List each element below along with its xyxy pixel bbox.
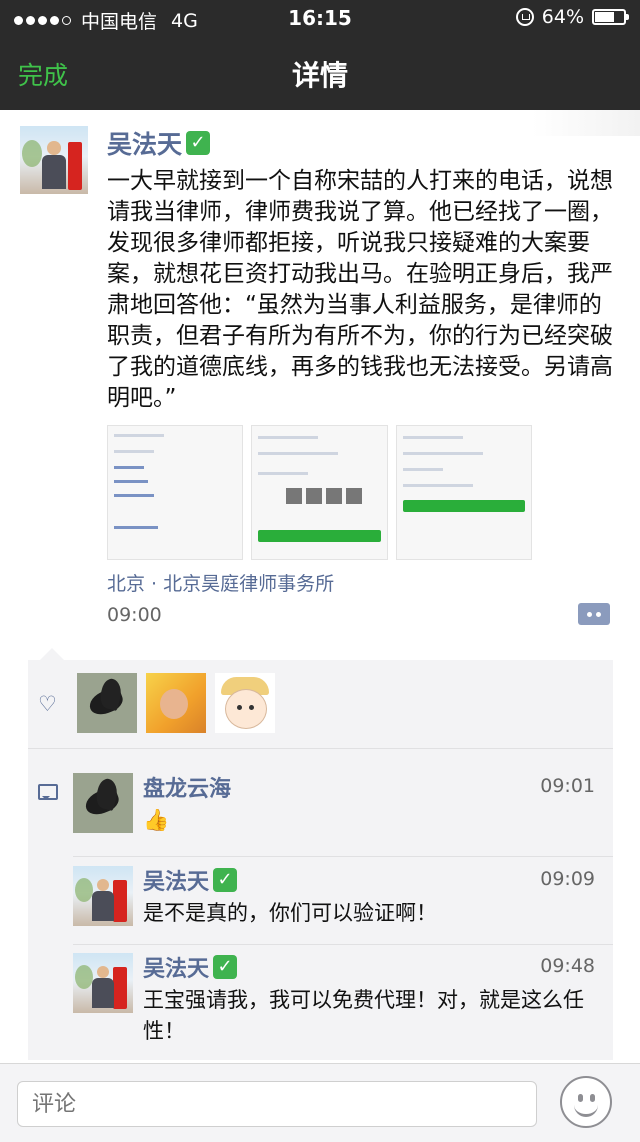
- post-image-2[interactable]: [251, 425, 388, 560]
- comment-avatar[interactable]: [73, 953, 133, 1013]
- comment-avatar[interactable]: [73, 866, 133, 926]
- comment-item: 吴法天 ✓ 09:09 是不是真的，你们可以验证啊！: [73, 866, 613, 946]
- post-location[interactable]: 北京 · 北京昊庭律师事务所: [107, 569, 334, 596]
- post-author-name[interactable]: 吴法天: [107, 125, 182, 161]
- divider: [73, 856, 613, 857]
- post-text: 一大早就接到一个自称宋喆的人打来的电话，说想请我当律师，律师费我说了算。他已经找…: [107, 168, 613, 411]
- comment-bubble-icon: [38, 784, 58, 800]
- comment-author-name[interactable]: 吴法天: [143, 864, 209, 896]
- divider: [73, 944, 613, 945]
- comment-text: 👍: [143, 808, 170, 832]
- battery-percent: 64%: [541, 6, 584, 28]
- comment-time: 09:48: [540, 955, 595, 977]
- post-time: 09:00: [107, 604, 162, 626]
- status-bar: 中国电信 4G 16:15 64%: [0, 0, 640, 36]
- post-images: [107, 425, 532, 560]
- comment-author[interactable]: 吴法天 ✓: [143, 864, 238, 896]
- comment-avatar[interactable]: [73, 773, 133, 833]
- heart-icon: ♡: [38, 692, 57, 716]
- edge-shadow: [532, 110, 640, 136]
- comment-author-name[interactable]: 吴法天: [143, 951, 209, 983]
- post-image-1[interactable]: [107, 425, 244, 560]
- verified-check-icon: ✓: [186, 131, 211, 155]
- like-avatar[interactable]: [215, 673, 275, 733]
- comment-time: 09:01: [540, 775, 595, 797]
- comment-author[interactable]: 吴法天 ✓: [143, 951, 238, 983]
- post-image-3[interactable]: [395, 425, 532, 560]
- like-avatar[interactable]: [146, 673, 206, 733]
- verified-check-icon: ✓: [213, 868, 238, 892]
- comment-text: 王宝强请我，我可以免费代理！对，就是这么任性！: [143, 988, 584, 1043]
- status-right: 64%: [515, 6, 629, 28]
- page-title: 详情: [291, 59, 348, 92]
- comment-text: 是不是真的，你们可以验证啊！: [143, 901, 437, 925]
- comment-time: 09:09: [540, 868, 595, 890]
- comment-author-name[interactable]: 盘龙云海: [143, 771, 231, 803]
- rotation-lock-icon: [515, 8, 534, 26]
- battery-icon: [592, 9, 629, 25]
- comment-menu-button[interactable]: [578, 603, 610, 625]
- post-author[interactable]: 吴法天 ✓: [107, 125, 211, 161]
- emoji-icon[interactable]: [560, 1076, 612, 1128]
- nav-bar: 完成 详情: [0, 36, 640, 110]
- interactions-panel: ♡ 盘龙云海 09:01 👍 吴法天 ✓ 09:09 是不是真的，你们可以验证啊…: [28, 648, 613, 1060]
- comment-item: 吴法天 ✓ 09:48 王宝强请我，我可以免费代理！对，就是这么任性！: [73, 953, 613, 1053]
- comment-input[interactable]: [17, 1081, 537, 1127]
- post-author-avatar[interactable]: [20, 126, 88, 194]
- comment-item: 盘龙云海 09:01 👍: [73, 773, 613, 853]
- divider: [28, 748, 613, 749]
- verified-check-icon: ✓: [213, 955, 238, 979]
- comment-author[interactable]: 盘龙云海: [143, 771, 231, 803]
- like-avatar[interactable]: [77, 673, 137, 733]
- likes-list: [77, 673, 275, 733]
- comment-bar: [0, 1063, 640, 1142]
